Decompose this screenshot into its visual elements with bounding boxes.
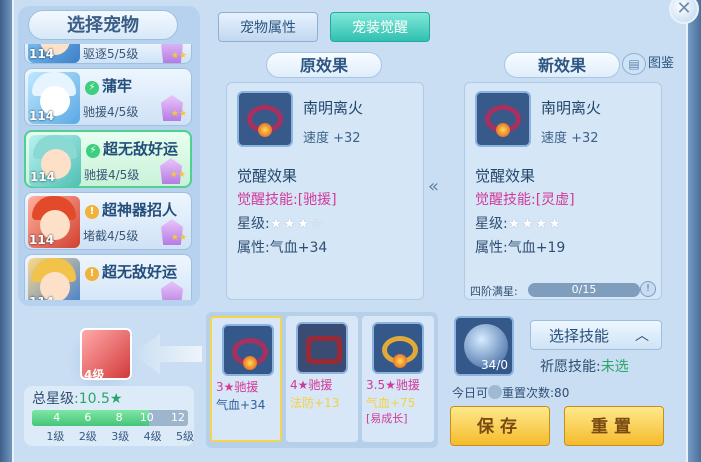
- pet-level: 114: [29, 109, 55, 123]
- coin-icon: [488, 385, 503, 399]
- candidate-skill: 3★驰援: [216, 380, 259, 394]
- element-badge-icon: !: [85, 267, 99, 281]
- emblem-stars-icon: ★★: [170, 109, 187, 119]
- full-star-progress-bar: 0/15: [528, 283, 640, 297]
- bar-tick: 10: [139, 411, 154, 424]
- emblem-stars-icon: ★★: [169, 170, 186, 180]
- pet-name: ! 超无敌好运: [85, 261, 177, 282]
- candidate-skill: 4★驰援: [290, 378, 333, 392]
- reset-count-text: 今日可 重置次数:80: [452, 385, 570, 400]
- element-badge-icon: !: [85, 205, 99, 219]
- tab-pet-attributes[interactable]: 宠物属性: [218, 12, 318, 42]
- book-icon: ▤: [622, 52, 646, 75]
- awaken-skill: 觉醒技能:[灵虚]: [475, 192, 575, 208]
- pet-list-title: 选择宠物: [28, 10, 178, 40]
- equip-stat: 速度 +32: [303, 131, 361, 146]
- emblem-stars-icon: ★★: [170, 233, 187, 243]
- pet-level: 114: [29, 47, 55, 61]
- awaken-orb-slot[interactable]: 34/0: [454, 316, 514, 376]
- awaken-attribute: 属性:气血+19: [475, 240, 566, 256]
- pet-skill-level: 驱逐5/5级: [83, 47, 139, 61]
- full-star-progress-label: 四阶满星:: [470, 285, 518, 298]
- close-icon: ✕: [676, 0, 692, 19]
- pet-list-item[interactable]: 114 !超无敌好运: [24, 254, 192, 300]
- total-star-bar: 4 6 8 10 12: [32, 410, 188, 426]
- pet-name: ⚡ 蒲牢: [85, 75, 132, 96]
- element-badge-icon: ⚡: [85, 81, 99, 95]
- chevron-up-icon: ︿: [635, 328, 649, 344]
- pet-list-item[interactable]: 114 ! 超神器招人 堵截4/5级 ★★: [24, 192, 192, 250]
- pet-list-item-selected[interactable]: 114 ⚡ 超无敌好运 驰援4/5级 ★★: [24, 130, 192, 188]
- level-label: 2级: [78, 430, 97, 443]
- candidate-attr: 气血+34: [216, 398, 266, 412]
- bar-tick: 6: [84, 411, 92, 424]
- candidate-extra: [易成长]: [366, 412, 408, 425]
- candidate-slot-selected[interactable]: 3★驰援 气血+34: [210, 316, 282, 442]
- level-label: 5级: [176, 430, 195, 443]
- pet-name: ⚡ 超无敌好运: [86, 138, 178, 159]
- original-effect-header: 原效果: [266, 52, 382, 78]
- info-icon[interactable]: !: [640, 281, 656, 297]
- pet-list-item[interactable]: 114 ⚡ 蒲牢 驰援4/5级 ★★: [24, 68, 192, 126]
- equip-amulet-icon: [372, 322, 424, 374]
- select-skill-dropdown[interactable]: 选择技能 ︿: [530, 320, 662, 350]
- equip-armor-icon: [296, 322, 348, 374]
- pet-list[interactable]: 114 驱逐5/5级 ★★ 114 ⚡ 蒲牢 驰援4/5级 ★★ 114 ⚡ 超无敌…: [24, 44, 194, 300]
- equip-name: 南明离火: [303, 99, 364, 117]
- equip-necklace-icon: [475, 91, 531, 147]
- candidate-slot[interactable]: 4★驰援 法防+13: [286, 316, 358, 442]
- awaken-star-level: 星级:★★★☆: [237, 216, 324, 232]
- orb-count: 34/0: [481, 358, 508, 372]
- equip-stat: 速度 +32: [541, 131, 599, 146]
- save-button[interactable]: 保存: [450, 406, 550, 446]
- equip-name: 南明离火: [541, 99, 602, 117]
- pet-level: 114: [29, 295, 54, 300]
- awaken-star-level: 星级:★★★★: [475, 216, 562, 232]
- pet-skill-level: 驰援4/5级: [83, 105, 139, 119]
- bar-tick: 4: [53, 411, 61, 424]
- equip-necklace-icon: [222, 324, 274, 376]
- collection-button[interactable]: ▤ 图鉴: [622, 52, 674, 76]
- awaken-attribute: 属性:气血+34: [237, 240, 328, 256]
- bar-tick: 8: [115, 411, 123, 424]
- awaken-skill: 觉醒技能:[驰援]: [237, 192, 337, 208]
- element-badge-icon: ⚡: [86, 144, 100, 158]
- level-label: 4级: [143, 430, 162, 443]
- total-star-box: 总星级:10.5★ 4 6 8 10 12 1级 2级 3级 4级 5级: [24, 386, 194, 446]
- double-chevron-left-icon: «: [428, 176, 440, 197]
- emblem-stars-icon: ★★: [170, 51, 187, 61]
- level-label: 3级: [111, 430, 130, 443]
- candidate-slot[interactable]: 3.5★驰援 气血+75 [易成长]: [362, 316, 434, 442]
- new-effect-header: 新效果: [504, 52, 620, 78]
- total-star-label: 总星级:10.5★: [32, 391, 123, 407]
- rank-emblem-icon: [161, 281, 183, 300]
- equip-necklace-icon: [237, 91, 293, 147]
- level-label: 1级: [46, 430, 65, 443]
- awaken-effect-title: 觉醒效果: [475, 167, 536, 185]
- pet-list-item[interactable]: 114 驱逐5/5级 ★★: [24, 44, 192, 64]
- awaken-effect-title: 觉醒效果: [237, 167, 298, 185]
- pet-level: 114: [29, 233, 55, 247]
- candidate-attr: 法防+13: [290, 396, 340, 410]
- candidate-attr: 气血+75: [366, 396, 416, 410]
- pet-level: 114: [30, 170, 56, 184]
- candidate-skill: 3.5★驰援: [366, 378, 420, 392]
- tab-equip-awaken[interactable]: 宠装觉醒: [330, 12, 430, 42]
- current-equip-level: 4级: [84, 368, 105, 382]
- bar-tick: 12: [171, 411, 186, 424]
- reset-button[interactable]: 重置: [564, 406, 664, 446]
- wish-skill-label: 祈愿技能:未选: [540, 359, 629, 375]
- pet-name: ! 超神器招人: [85, 199, 177, 220]
- pet-skill-level: 堵截4/5级: [83, 229, 139, 243]
- new-effect-card: 南明离火 速度 +32 觉醒效果 觉醒技能:[灵虚] 星级:★★★★ 属性:气血…: [464, 82, 662, 300]
- pet-skill-level: 驰援4/5级: [84, 168, 140, 182]
- pet-portrait: [28, 258, 80, 300]
- original-effect-card: 南明离火 速度 +32 觉醒效果 觉醒技能:[驰援] 星级:★★★☆ 属性:气血…: [226, 82, 424, 300]
